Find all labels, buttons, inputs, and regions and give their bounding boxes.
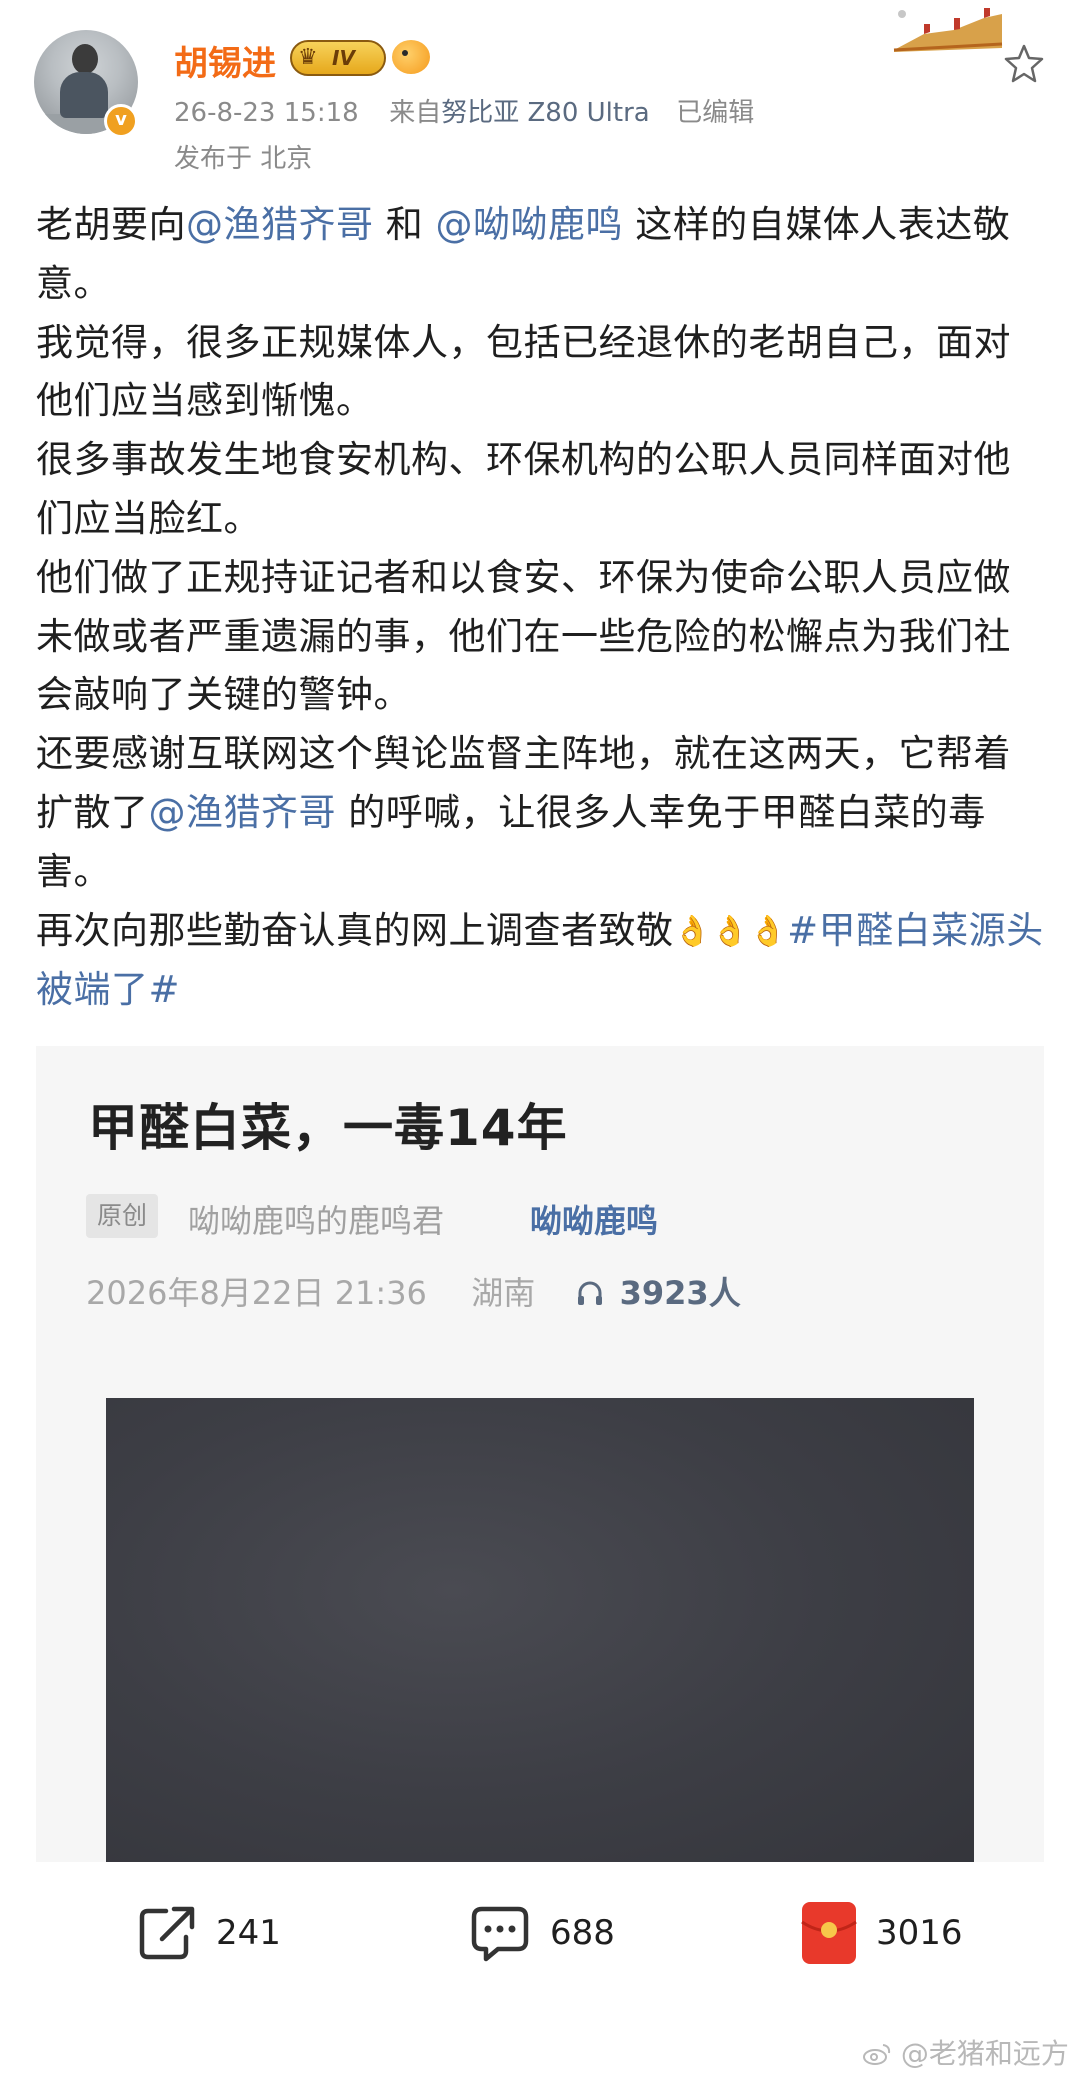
post-paragraph-4: 他们做了正规持证记者和以食安、环保为使命公职人员应做未做或者严重遗漏的事，他们在… [36,555,1011,717]
like-count: 3016 [876,1913,963,1953]
post-paragraph-2: 我觉得，很多正规媒体人，包括已经退休的老胡自己，面对他们应当感到惭愧。 [36,320,1011,423]
post-header: v 胡锡进 ♛ IV 26-8-23 15:18 来自努比亚 Z80 Ultra… [0,0,1080,180]
article-author: 呦呦鹿鸣的鹿鸣君 [188,1202,445,1240]
article-listeners: 3923人 [619,1274,741,1312]
source-prefix: 来自 [389,98,442,128]
article-account: 呦呦鹿鸣 [530,1202,659,1240]
article-region: 湖南 [471,1274,536,1312]
article-title: 甲醛白菜，一毒14年 [88,1099,568,1157]
comment-icon [471,1906,529,1962]
red-packet-icon [801,1902,857,1964]
weibo-logo-icon [863,2044,891,2065]
level-label: IV [332,46,355,70]
post-location: 发布于 北京 [174,144,313,174]
post-time: 26-8-23 15:18 [174,98,359,128]
article-video-frame [106,1398,974,1862]
repost-button[interactable]: 241 [136,1898,281,1968]
ok-hand-emoji: 👌👌👌 [673,913,788,949]
repost-count: 241 [216,1913,281,1953]
star-icon[interactable] [1002,42,1046,86]
repost-icon [139,1906,195,1960]
post-paragraph-5: 还要感谢互联网这个舆论监督主阵地，就在这两天，它帮着扩散了@渔猎齐哥 的呼喊，让… [36,725,1048,901]
post-paragraph-3: 很多事故发生地食安机构、环保机构的公职人员同样面对他们应当脸红。 [36,438,1011,540]
comment-button[interactable]: 688 [468,1898,615,1968]
post-text: 老胡要向@渔猎齐哥 和 @呦呦鹿鸣 这样的自媒体人表达敬意。 我觉得，很多正规媒… [36,196,1048,1020]
watermark: @老猪和远方 [862,2032,1069,2072]
level-badge[interactable]: ♛ IV [290,40,386,76]
watermark-text: @老猪和远方 [900,2037,1069,2070]
fan-badge-icon[interactable] [392,40,430,74]
verified-badge-icon: v [104,104,138,138]
edited-label[interactable]: 已编辑 [676,98,754,128]
crown-icon: ♛ [298,45,318,70]
original-tag: 原创 [86,1194,158,1238]
text-segment: 和 [373,203,436,246]
mention-link[interactable]: @渔猎齐哥 [149,791,337,834]
attached-article-image[interactable]: 甲醛白菜，一毒14年 原创 呦呦鹿鸣的鹿鸣君 呦呦鹿鸣 2026年8月22日 2… [36,1046,1044,1862]
action-bar: 241 688 3016 [0,1862,1080,2008]
post-meta: 26-8-23 15:18 来自努比亚 Z80 Ultra 已编辑 [174,92,754,129]
great-wall-decoration-icon [893,8,1003,52]
post-paragraph-6: 再次向那些勤奋认真的网上调查者致敬👌👌👌#甲醛白菜源头被端了# [36,902,1048,1021]
text-segment: 老胡要向 [36,203,186,246]
mention-link[interactable]: @渔猎齐哥 [186,203,374,246]
source-device[interactable]: 努比亚 Z80 Ultra [441,98,650,128]
article-meta: 2026年8月22日 21:36 湖南 3923人 [86,1268,741,1314]
like-button[interactable]: 3016 [800,1898,963,1968]
headphones-icon [578,1281,603,1305]
avatar-person-head [72,44,98,74]
text-segment: 再次向那些勤奋认真的网上调查者致敬 [36,908,674,952]
username[interactable]: 胡锡进 [174,36,276,85]
comment-count: 688 [550,1913,615,1953]
post-paragraph-1: 老胡要向@渔猎齐哥 和 @呦呦鹿鸣 这样的自媒体人表达敬意。 [36,196,1048,314]
mention-link[interactable]: @呦呦鹿鸣 [436,203,624,246]
avatar-person-body [60,72,108,118]
article-date: 2026年8月22日 21:36 [86,1274,427,1312]
